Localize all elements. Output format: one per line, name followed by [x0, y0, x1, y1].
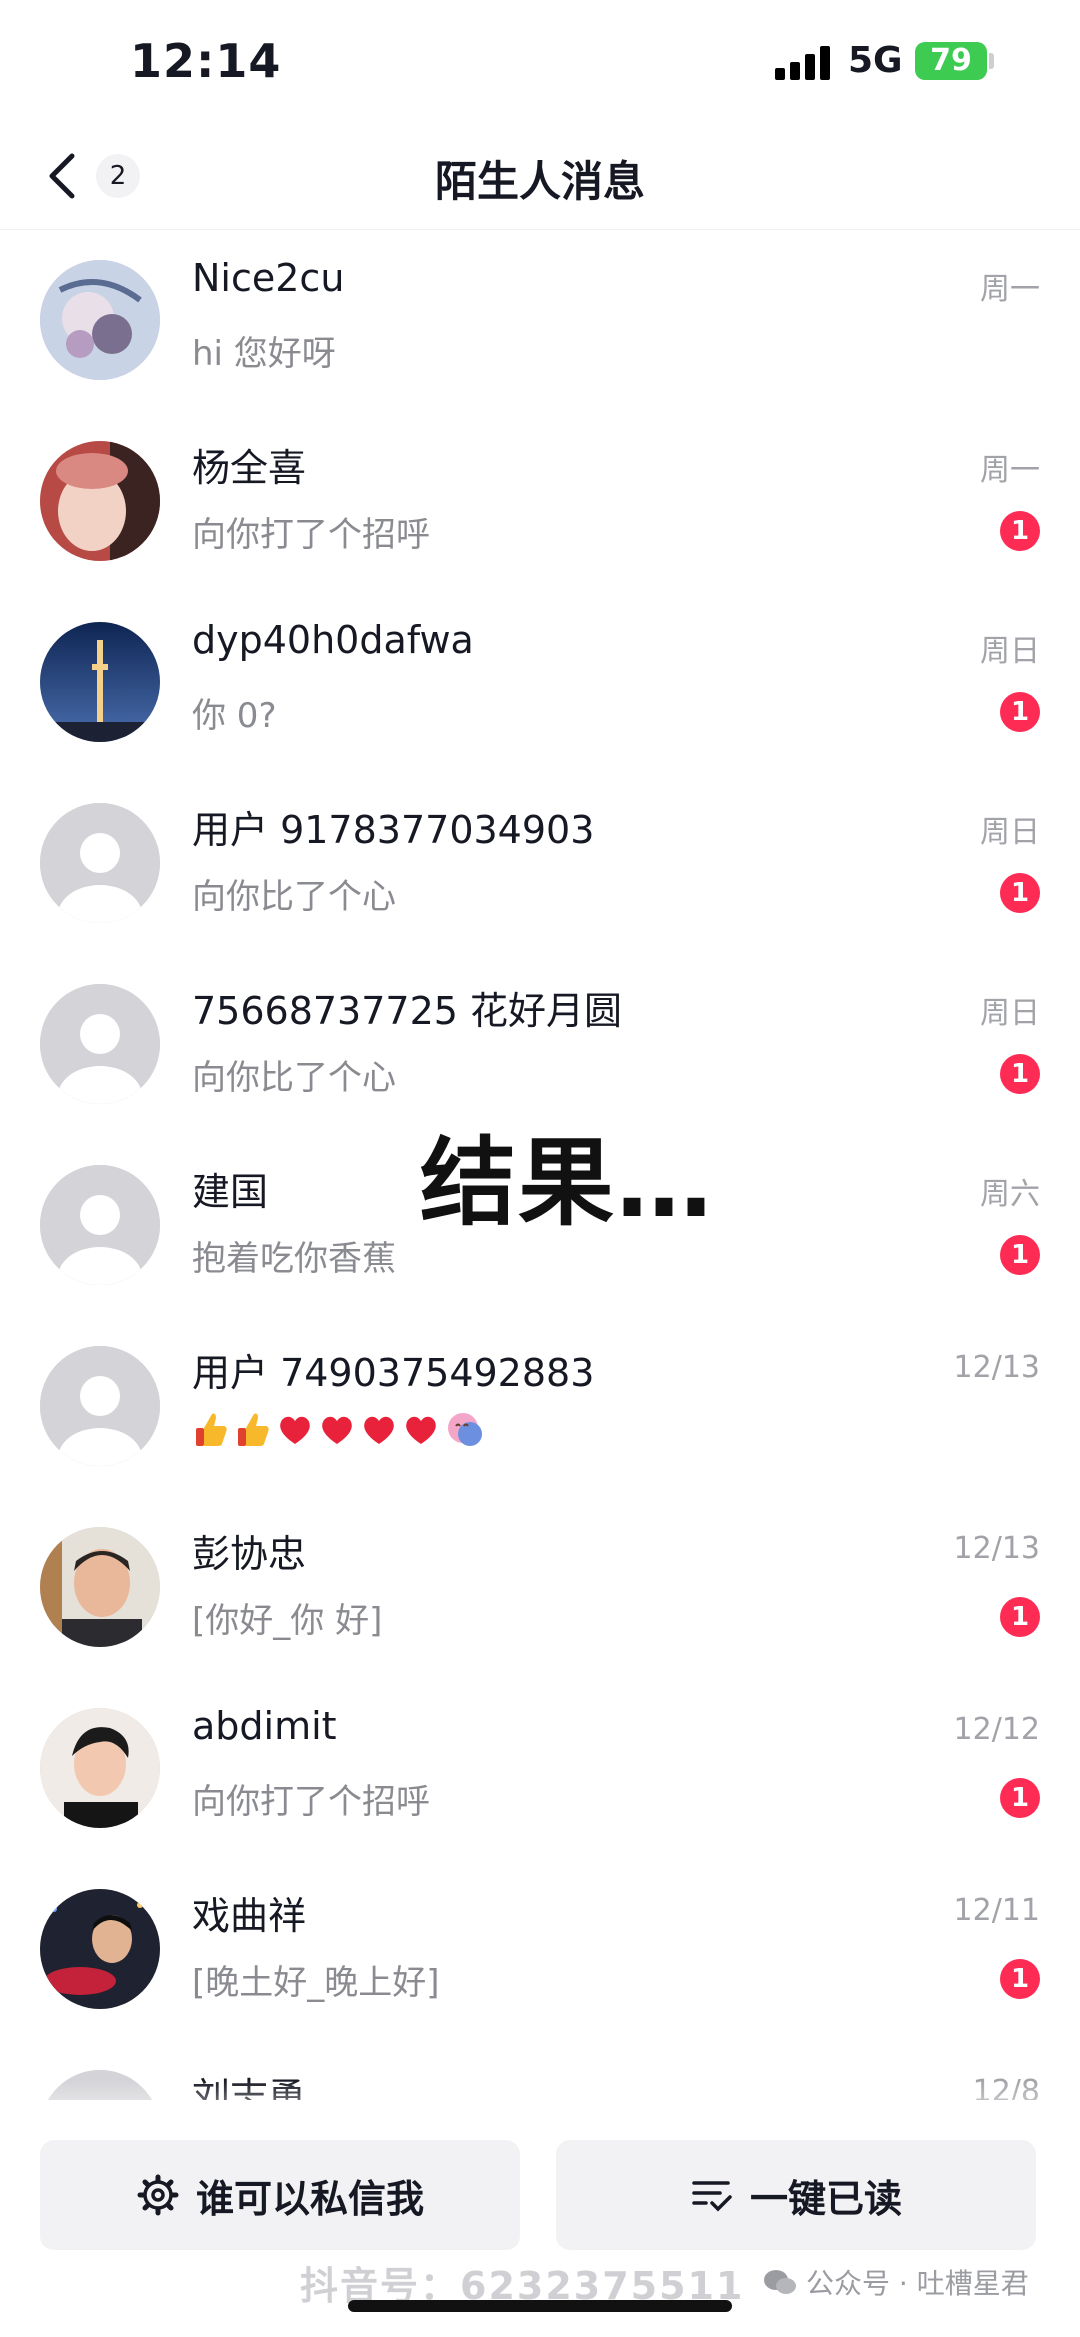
network-type: 5G — [848, 40, 903, 81]
avatar — [40, 441, 160, 561]
unread-badge: 1 — [1000, 511, 1040, 551]
red-heart-icon — [364, 1416, 394, 1444]
cellular-signal-icon — [775, 44, 835, 80]
red-heart-icon — [322, 1416, 352, 1444]
message-time: 12/12 — [953, 1712, 1040, 1747]
avatar — [40, 1708, 160, 1828]
default-avatar-icon — [40, 803, 160, 923]
message-preview: 向你比了个心 — [192, 877, 396, 917]
message-preview: 向你打了个招呼 — [192, 1782, 430, 1822]
who-can-message-me-label: 谁可以私信我 — [195, 2176, 424, 2221]
status-time: 12:14 — [130, 34, 282, 88]
unread-badge: 1 — [1000, 1235, 1040, 1275]
message-time: 周日 — [980, 634, 1040, 669]
message-row[interactable]: dyp40h0dafwa 你 0? 周日 1 — [0, 592, 1080, 773]
message-preview: 抱着吃你香蕉 — [192, 1239, 396, 1279]
battery-icon: 79 — [915, 42, 987, 80]
thumbs-up-icon — [238, 1413, 269, 1446]
contact-name: Nice2cu — [192, 256, 345, 300]
message-preview: 向你打了个招呼 — [192, 515, 430, 555]
message-row[interactable]: 戏曲祥 [晚土好_晚上好] 12/11 1 — [0, 1859, 1080, 2040]
wechat-watermark-text: 公众号 · 吐槽星君 — [806, 2267, 1029, 2300]
unread-badge: 1 — [1000, 1054, 1040, 1094]
hugging-face-icon — [448, 1413, 482, 1446]
overlay-caption: 结果… — [420, 1127, 714, 1239]
mark-read-list-icon — [692, 2181, 732, 2212]
message-preview: hi 您好呀 — [192, 334, 336, 374]
avatar — [40, 260, 160, 380]
red-heart-icon — [406, 1416, 436, 1444]
default-avatar-icon — [40, 984, 160, 1104]
message-time: 12/13 — [953, 1531, 1040, 1566]
thumbs-up-icon — [196, 1413, 227, 1446]
message-preview: 向你比了个心 — [192, 1058, 396, 1098]
unread-badge: 1 — [1000, 1597, 1040, 1637]
message-row[interactable]: 用户 7490375492883 12/13 — [0, 1316, 1080, 1497]
nav-bar: 2 陌生人消息 — [0, 130, 1080, 230]
message-time: 12/13 — [953, 1350, 1040, 1385]
message-row[interactable]: 用户 9178377034903 向你比了个心 周日 1 — [0, 773, 1080, 954]
contact-name: 75668737725 花好月圆 — [192, 989, 623, 1033]
mark-all-read-button[interactable]: 一键已读 — [556, 2140, 1036, 2250]
gear-icon — [137, 2174, 179, 2216]
unread-badge: 1 — [1000, 1778, 1040, 1818]
message-preview: [晚土好_晚上好] — [192, 1963, 440, 2003]
message-row[interactable]: 杨全喜 向你打了个招呼 周一 1 — [0, 411, 1080, 592]
contact-name: abdimit — [192, 1704, 337, 1748]
contact-name: 建国 — [192, 1170, 269, 1214]
contact-name: 戏曲祥 — [192, 1894, 307, 1938]
who-can-message-me-button[interactable]: 谁可以私信我 — [40, 2140, 520, 2250]
message-time: 周一 — [980, 272, 1040, 307]
message-row[interactable]: abdimit 向你打了个招呼 12/12 1 — [0, 1678, 1080, 1859]
message-time: 周日 — [980, 996, 1040, 1031]
avatar — [40, 1889, 160, 2009]
default-avatar-icon — [40, 1346, 160, 1466]
contact-name: dyp40h0dafwa — [192, 618, 474, 662]
mark-all-read-label: 一键已读 — [749, 2176, 902, 2221]
message-time: 周六 — [980, 1177, 1040, 1212]
stranger-messages-screen: 12:14 5G 79 2 陌生人消息 Nice2cu hi 您好呀 周一 杨全… — [0, 0, 1080, 2337]
home-indicator — [348, 2300, 732, 2312]
emoji-preview — [192, 1408, 482, 1456]
message-row[interactable]: 彭协忠 [你好_你 好] 12/13 1 — [0, 1497, 1080, 1678]
contact-name: 用户 9178377034903 — [192, 808, 595, 852]
page-title: 陌生人消息 — [434, 157, 645, 206]
contact-name: 杨全喜 — [192, 446, 307, 490]
avatar — [40, 1527, 160, 1647]
unread-badge: 1 — [1000, 1959, 1040, 1999]
message-row[interactable]: Nice2cu hi 您好呀 周一 — [0, 230, 1080, 411]
message-time: 周一 — [980, 453, 1040, 488]
message-preview: [你好_你 好] — [192, 1601, 383, 1641]
battery-cap — [989, 53, 994, 69]
message-preview: 你 0? — [192, 696, 277, 736]
avatar — [40, 622, 160, 742]
contact-name: 用户 7490375492883 — [192, 1351, 595, 1395]
default-avatar-icon — [40, 1165, 160, 1285]
unread-badge: 1 — [1000, 873, 1040, 913]
battery-level: 79 — [930, 43, 972, 78]
contact-name: 彭协忠 — [192, 1532, 307, 1576]
wechat-icon — [764, 2270, 796, 2294]
message-time: 周日 — [980, 815, 1040, 850]
unread-badge: 1 — [1000, 692, 1040, 732]
status-bar: 12:14 5G 79 — [0, 0, 1080, 130]
wechat-watermark: 公众号 · 吐槽星君 — [762, 2262, 1029, 2302]
red-heart-icon — [280, 1416, 310, 1444]
message-time: 12/11 — [953, 1893, 1040, 1928]
